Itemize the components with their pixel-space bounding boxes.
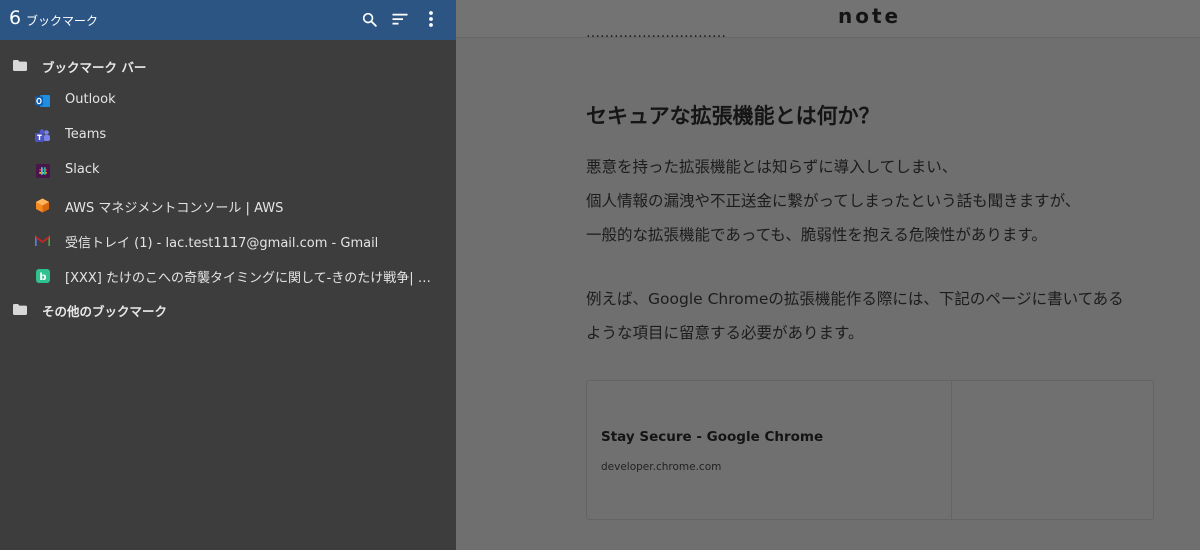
embedded-link-card[interactable]: Stay Secure - Google Chrome developer.ch… — [586, 380, 1154, 520]
folder-label: ブックマーク バー — [42, 60, 147, 75]
folder-icon — [12, 302, 27, 317]
sort-button[interactable] — [389, 8, 411, 30]
more-options-button[interactable] — [420, 8, 442, 30]
link-card-domain: developer.chrome.com — [601, 461, 722, 473]
article-heading: セキュアな拡張機能とは何か？ — [586, 104, 880, 128]
bookmark-label: AWS マネジメントコンソール | AWS — [65, 201, 284, 216]
teams-icon — [35, 128, 50, 143]
gmail-icon — [35, 233, 50, 248]
paragraph-line: 個人情報の漏洩や不正送金に繋がってしまったという話も聞きますが、 — [586, 192, 1081, 210]
paragraph-line: ような項目に留意する必要があります。 — [586, 324, 864, 342]
aws-icon — [35, 198, 50, 213]
folder-label: その他のブックマーク — [42, 304, 168, 319]
article-paragraph-2: 例えば、Google Chromeの拡張機能作る際には、下記のページに書いてある… — [586, 282, 1166, 350]
link-card-title: Stay Secure - Google Chrome — [601, 429, 824, 445]
card-divider — [951, 381, 952, 519]
article-paragraph-1: 悪意を持った拡張機能とは知らずに導入してしまい、 個人情報の漏洩や不正送金に繋が… — [586, 150, 1166, 252]
bookmark-panel: 6 ブックマーク ブックマーク バー Outlook Teams Slack A… — [0, 0, 456, 550]
bookmark-item-gmail[interactable]: 受信トレイ (1) - lac.test1117@gmail.com - Gma… — [0, 223, 456, 258]
bookmark-item-outlook[interactable]: Outlook — [0, 83, 456, 118]
paragraph-line: 一般的な拡張機能であっても、脆弱性を抱える危険性があります。 — [586, 226, 1047, 244]
bookmark-label: Teams — [65, 127, 107, 142]
bookmark-item-teams[interactable]: Teams — [0, 118, 456, 153]
bookmark-item-slack[interactable]: Slack — [0, 153, 456, 188]
bookmark-label: [XXX] たけのこへの奇襲タイミングに関して-きのたけ戦争| Wiki — [65, 271, 433, 286]
slack-icon — [35, 163, 50, 178]
paragraph-line: 悪意を持った拡張機能とは知らずに導入してしまい、 — [586, 158, 958, 176]
bookmark-count: 6 — [9, 7, 22, 29]
search-button[interactable] — [358, 8, 380, 30]
panel-title: ブックマーク — [26, 14, 99, 28]
wiki-icon: b — [35, 268, 50, 283]
folder-other-bookmarks[interactable]: その他のブックマーク — [0, 292, 456, 327]
paragraph-line: 例えば、Google Chromeの拡張機能作る際には、下記のページに書いてある — [586, 290, 1124, 308]
bookmark-panel-header: 6 ブックマーク — [0, 0, 456, 40]
bookmark-item-wiki[interactable]: b [XXX] たけのこへの奇襲タイミングに関して-きのたけ戦争| Wiki — [0, 258, 456, 293]
folder-bookmark-bar[interactable]: ブックマーク バー — [0, 48, 456, 83]
bookmark-item-aws[interactable]: AWS マネジメントコンソール | AWS — [0, 188, 456, 223]
bookmark-label: Outlook — [65, 92, 116, 107]
partial-text-line: ………………………… — [586, 30, 726, 40]
more-vert-icon — [429, 11, 433, 27]
sort-icon — [392, 13, 408, 25]
svg-text:b: b — [39, 271, 46, 282]
outlook-icon — [35, 93, 50, 108]
search-icon — [362, 12, 377, 27]
bookmark-label: 受信トレイ (1) - lac.test1117@gmail.com - Gma… — [65, 236, 379, 251]
folder-icon — [12, 58, 27, 73]
bookmark-label: Slack — [65, 162, 100, 177]
note-logo[interactable]: note — [838, 4, 901, 28]
